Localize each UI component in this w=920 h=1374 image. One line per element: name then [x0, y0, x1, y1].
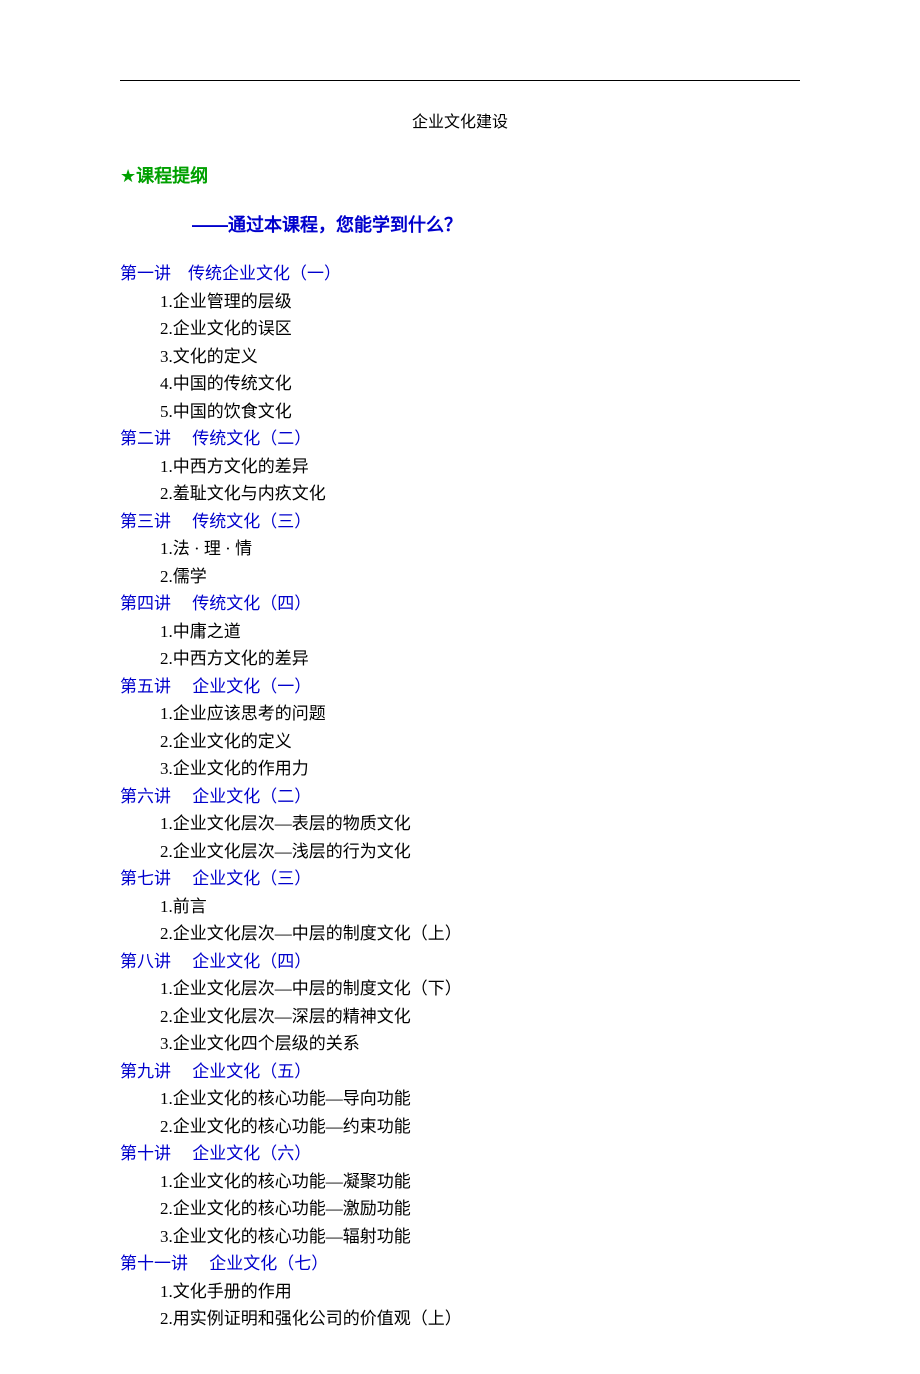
outline-item: 1.企业文化的核心功能—凝聚功能 — [160, 1169, 800, 1195]
outline-item: 2.用实例证明和强化公司的价值观（上） — [160, 1306, 800, 1332]
lecture-heading: 第五讲 企业文化（一） — [120, 674, 800, 700]
outline-item: 2.企业文化的核心功能—约束功能 — [160, 1114, 800, 1140]
outline-item: 2.企业文化的误区 — [160, 316, 800, 342]
outline-item: 3.企业文化的核心功能—辐射功能 — [160, 1224, 800, 1250]
lecture-heading: 第七讲 企业文化（三） — [120, 866, 800, 892]
outline-item: 1.企业文化的核心功能—导向功能 — [160, 1086, 800, 1112]
lecture-heading: 第三讲 传统文化（三） — [120, 509, 800, 535]
outline-item: 2.企业文化层次—深层的精神文化 — [160, 1004, 800, 1030]
outline-item: 2.羞耻文化与内疚文化 — [160, 481, 800, 507]
outline-item: 1.企业管理的层级 — [160, 289, 800, 315]
outline-label: 课程提纲 — [136, 166, 208, 186]
horizontal-rule — [120, 80, 800, 81]
outline-item: 2.儒学 — [160, 564, 800, 590]
course-subtitle: ——通过本课程，您能学到什么？ — [192, 212, 800, 239]
outline-item: 1.法 · 理 · 情 — [160, 536, 800, 562]
outline-item: 1.企业应该思考的问题 — [160, 701, 800, 727]
outline-item: 3.企业文化的作用力 — [160, 756, 800, 782]
lecture-heading: 第二讲 传统文化（二） — [120, 426, 800, 452]
star-icon: ★ — [120, 166, 136, 186]
outline-item: 2.企业文化层次—浅层的行为文化 — [160, 839, 800, 865]
lecture-heading: 第十一讲 企业文化（七） — [120, 1251, 800, 1277]
outline-item: 1.企业文化层次—表层的物质文化 — [160, 811, 800, 837]
outline-item: 1.企业文化层次—中层的制度文化（下） — [160, 976, 800, 1002]
outline-item: 3.企业文化四个层级的关系 — [160, 1031, 800, 1057]
lecture-heading: 第一讲 传统企业文化（一） — [120, 261, 800, 287]
lecture-heading: 第六讲 企业文化（二） — [120, 784, 800, 810]
lecture-heading: 第八讲 企业文化（四） — [120, 949, 800, 975]
outline-item: 4.中国的传统文化 — [160, 371, 800, 397]
outline-item: 3.文化的定义 — [160, 344, 800, 370]
document-title: 企业文化建设 — [120, 111, 800, 135]
lecture-heading: 第九讲 企业文化（五） — [120, 1059, 800, 1085]
outline-item: 2.企业文化的核心功能—激励功能 — [160, 1196, 800, 1222]
outline-item: 5.中国的饮食文化 — [160, 399, 800, 425]
outline-item: 1.中西方文化的差异 — [160, 454, 800, 480]
lecture-heading: 第十讲 企业文化（六） — [120, 1141, 800, 1167]
outline-item: 1.中庸之道 — [160, 619, 800, 645]
outline-item: 1.前言 — [160, 894, 800, 920]
outline-item: 2.中西方文化的差异 — [160, 646, 800, 672]
lecture-heading: 第四讲 传统文化（四） — [120, 591, 800, 617]
outline-item: 2.企业文化层次—中层的制度文化（上） — [160, 921, 800, 947]
outline-heading-row: ★课程提纲 — [120, 163, 800, 190]
outline-item: 2.企业文化的定义 — [160, 729, 800, 755]
outline-item: 1.文化手册的作用 — [160, 1279, 800, 1305]
document-page: 企业文化建设 ★课程提纲 ——通过本课程，您能学到什么？ 第一讲 传统企业文化（… — [0, 0, 920, 1374]
lectures-container: 第一讲 传统企业文化（一）1.企业管理的层级2.企业文化的误区3.文化的定义4.… — [120, 261, 800, 1332]
